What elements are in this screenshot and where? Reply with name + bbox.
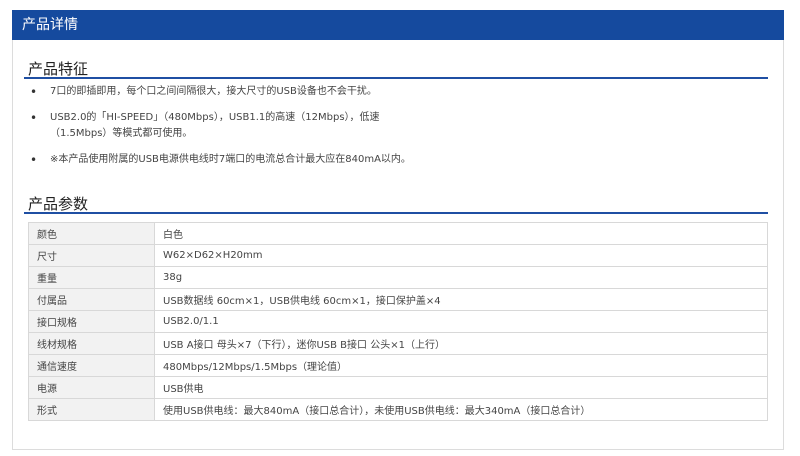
- product-details-header: 产品详情: [12, 10, 784, 40]
- spec-value: USB数据线 60cm×1，USB供电线 60cm×1，接口保护盖×4: [154, 288, 768, 311]
- spec-key: 付属品: [28, 288, 155, 311]
- feature-text: ※本产品使用附属的USB电源供电线时7端口的电流总合计最大应在840mA以内。: [50, 154, 411, 165]
- spec-value: 38g: [154, 266, 768, 289]
- table-row: 电源 USB供电: [28, 376, 768, 399]
- table-row: 尺寸 W62×D62×H20mm: [28, 244, 768, 267]
- bullet-icon: •: [30, 85, 38, 99]
- spec-value: 使用USB供电线：最大840mA（接口总合计），未使用USB供电线：最大340m…: [154, 398, 768, 421]
- spec-value: 白色: [154, 222, 768, 245]
- table-row: 接口规格 USB2.0/1.1: [28, 310, 768, 333]
- spec-key: 接口规格: [28, 310, 155, 333]
- spec-key: 电源: [28, 376, 155, 399]
- spec-key: 形式: [28, 398, 155, 421]
- table-row: 形式 使用USB供电线：最大840mA（接口总合计），未使用USB供电线：最大3…: [28, 398, 768, 421]
- features-title: 产品特征: [28, 60, 89, 78]
- spec-value: USB供电: [154, 376, 768, 399]
- spec-value: USB2.0/1.1: [154, 310, 768, 333]
- spec-key: 颜色: [28, 222, 155, 245]
- table-row: 重量 38g: [28, 266, 768, 289]
- spec-value: 480Mbps/12Mbps/1.5Mbps（理论值）: [154, 354, 768, 377]
- feature-text: USB2.0的「HI-SPEED」（480Mbps），USB1.1的高速（12M…: [50, 112, 380, 139]
- spec-key: 尺寸: [28, 244, 155, 267]
- features-divider: [24, 77, 768, 79]
- spec-key: 线材规格: [28, 332, 155, 355]
- bullet-icon: •: [30, 111, 38, 125]
- table-row: 颜色 白色: [28, 222, 768, 245]
- spec-value: USB A接口 母头×7（下行），迷你USB B接口 公头×1（上行）: [154, 332, 768, 355]
- spec-table: 颜色 白色 尺寸 W62×D62×H20mm 重量 38g 付属品 USB数据线…: [28, 222, 768, 421]
- feature-item: • USB2.0的「HI-SPEED」（480Mbps），USB1.1的高速（1…: [28, 110, 410, 142]
- header-title: 产品详情: [22, 17, 78, 33]
- spec-key: 通信速度: [28, 354, 155, 377]
- feature-item: • ※本产品使用附属的USB电源供电线时7端口的电流总合计最大应在840mA以内…: [28, 152, 758, 168]
- table-row: 通信速度 480Mbps/12Mbps/1.5Mbps（理论值）: [28, 354, 768, 377]
- feature-item: • 7口的即插即用，每个口之间间隔很大，接大尺寸的USB设备也不会干扰。: [28, 84, 758, 100]
- features-list: • 7口的即插即用，每个口之间间隔很大，接大尺寸的USB设备也不会干扰。 • U…: [28, 84, 758, 178]
- specs-divider: [24, 212, 768, 214]
- spec-key: 重量: [28, 266, 155, 289]
- feature-text: 7口的即插即用，每个口之间间隔很大，接大尺寸的USB设备也不会干扰。: [50, 86, 377, 97]
- table-row: 付属品 USB数据线 60cm×1，USB供电线 60cm×1，接口保护盖×4: [28, 288, 768, 311]
- bullet-icon: •: [30, 153, 38, 167]
- specs-title: 产品参数: [28, 195, 89, 213]
- spec-value: W62×D62×H20mm: [154, 244, 768, 267]
- table-row: 线材规格 USB A接口 母头×7（下行），迷你USB B接口 公头×1（上行）: [28, 332, 768, 355]
